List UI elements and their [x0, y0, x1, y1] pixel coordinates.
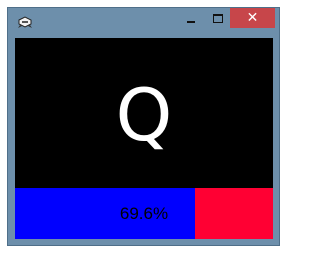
close-icon: ✕ — [246, 10, 259, 26]
maximize-button[interactable] — [205, 9, 231, 29]
minimize-button[interactable] — [178, 9, 204, 29]
app-icon[interactable] — [16, 14, 34, 32]
letter-display: Q — [15, 38, 273, 188]
display-letter: Q — [115, 73, 173, 157]
progress-label: 69.6% — [119, 204, 169, 223]
client-area: Q 69.6% — [15, 38, 273, 239]
app-window: ✕ Q 69.6% — [7, 7, 280, 246]
progress-bar: 69.6% — [15, 188, 273, 239]
title-bar[interactable]: ✕ — [8, 8, 279, 38]
app-icon-graphic — [18, 16, 32, 28]
close-button[interactable]: ✕ — [230, 8, 275, 28]
